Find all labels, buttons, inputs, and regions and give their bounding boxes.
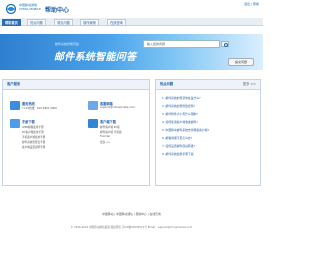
faq-item[interactable]: 5. 中国移动邮件系统支持哪些客户端? — [162, 128, 209, 132]
manual-link[interactable]: WEB邮箱使用手册 — [22, 125, 44, 129]
tab-online-consult[interactable]: 在线咨询 — [107, 18, 126, 26]
manual-download-title: 手册下载 — [22, 120, 35, 124]
client-more-link[interactable]: 更多 >> — [100, 140, 110, 144]
hotline-number: 7×24热线：010-5861 2000 — [22, 107, 57, 110]
header: 中国移动通信 CHINA MOBILE 帮助中心 退出 | 帮助 — [0, 0, 263, 17]
banner-subtitle: 邮件系统智能问答 — [55, 42, 80, 46]
mail-icon — [88, 101, 98, 110]
tab-cases[interactable]: 操作案例 — [80, 18, 99, 26]
top-links[interactable]: 退出 | 帮助 — [244, 2, 259, 6]
submit-question-button[interactable]: 提交问题 — [228, 58, 254, 66]
faq-item[interactable]: 4. 如何使用客户端收发邮件? — [162, 120, 198, 124]
faq-item[interactable]: 7. 如何设置邮件自动转发? — [162, 144, 195, 148]
banner-title: 邮件系统智能问答 — [54, 52, 137, 63]
client-link[interactable]: Foxmail — [100, 135, 110, 138]
faq-item[interactable]: 1. 邮件系统的登录地址是什么? — [162, 96, 201, 100]
manual-link[interactable]: 邮件系统管理员手册 — [22, 140, 45, 144]
client-download-title: 客户端下载 — [100, 120, 116, 124]
service-panel-heading: 客户服务 — [3, 80, 149, 90]
faq-panel-heading: 热点问题 更多 >> — [156, 80, 260, 90]
manual-link[interactable]: 手机客户端使用手册 — [22, 135, 45, 139]
page-title: 帮助中心 — [45, 7, 70, 14]
manual-download-icon — [10, 119, 20, 128]
banner: 邮件系统智能问答 邮件系统智能问答 — [0, 34, 263, 70]
search-input[interactable]: 输入您的问题 — [143, 40, 220, 48]
main-nav: 帮助首页 热点问题 常见问题 操作案例 在线咨询 — [0, 18, 263, 26]
footer-copyright: © 2016-2024 中国移动通信集团 版权所有 京ICP备05002571号… — [70, 226, 193, 229]
manual-link[interactable]: 客户端设置说明手册 — [22, 145, 45, 149]
footer-links[interactable]: 中国移动 | 中国移动通信 | 帮助中心 | 在线咨询 — [0, 212, 263, 216]
client-link[interactable]: 邮件客户端 PC版 — [100, 125, 120, 129]
faq-heading-text: 热点问题 — [160, 82, 174, 86]
faq-item[interactable]: 3. 邮件附件大小有什么限制? — [162, 112, 198, 116]
tab-hot-questions[interactable]: 热点问题 — [27, 18, 46, 26]
manual-link[interactable]: PC客户端使用手册 — [22, 130, 44, 134]
client-download-icon — [88, 119, 98, 128]
client-link[interactable]: 邮件客户端 手机版 — [100, 130, 122, 134]
logo-text: 中国移动通信 CHINA MOBILE — [19, 3, 41, 11]
tab-faq[interactable]: 常见问题 — [54, 18, 73, 26]
tab-home[interactable]: 帮助首页 — [2, 18, 21, 26]
service-panel: 客户服务 服务热线 7×24热线：010-5861 2000 客服邮箱 supp… — [2, 79, 150, 186]
faq-item[interactable]: 8. 邮件系统使用手册下载 — [162, 152, 194, 156]
search-icon[interactable] — [221, 41, 229, 47]
faq-more-link[interactable]: 更多 >> — [243, 80, 256, 89]
faq-item[interactable]: 2. 邮件系统如何修改密码? — [162, 104, 195, 108]
phone-icon — [10, 101, 20, 110]
faq-item[interactable]: 6. 邮箱容量不足怎么办? — [162, 136, 192, 140]
china-mobile-logo-icon — [5, 4, 17, 14]
support-email-address[interactable]: support@chinamobile.com — [100, 106, 135, 109]
